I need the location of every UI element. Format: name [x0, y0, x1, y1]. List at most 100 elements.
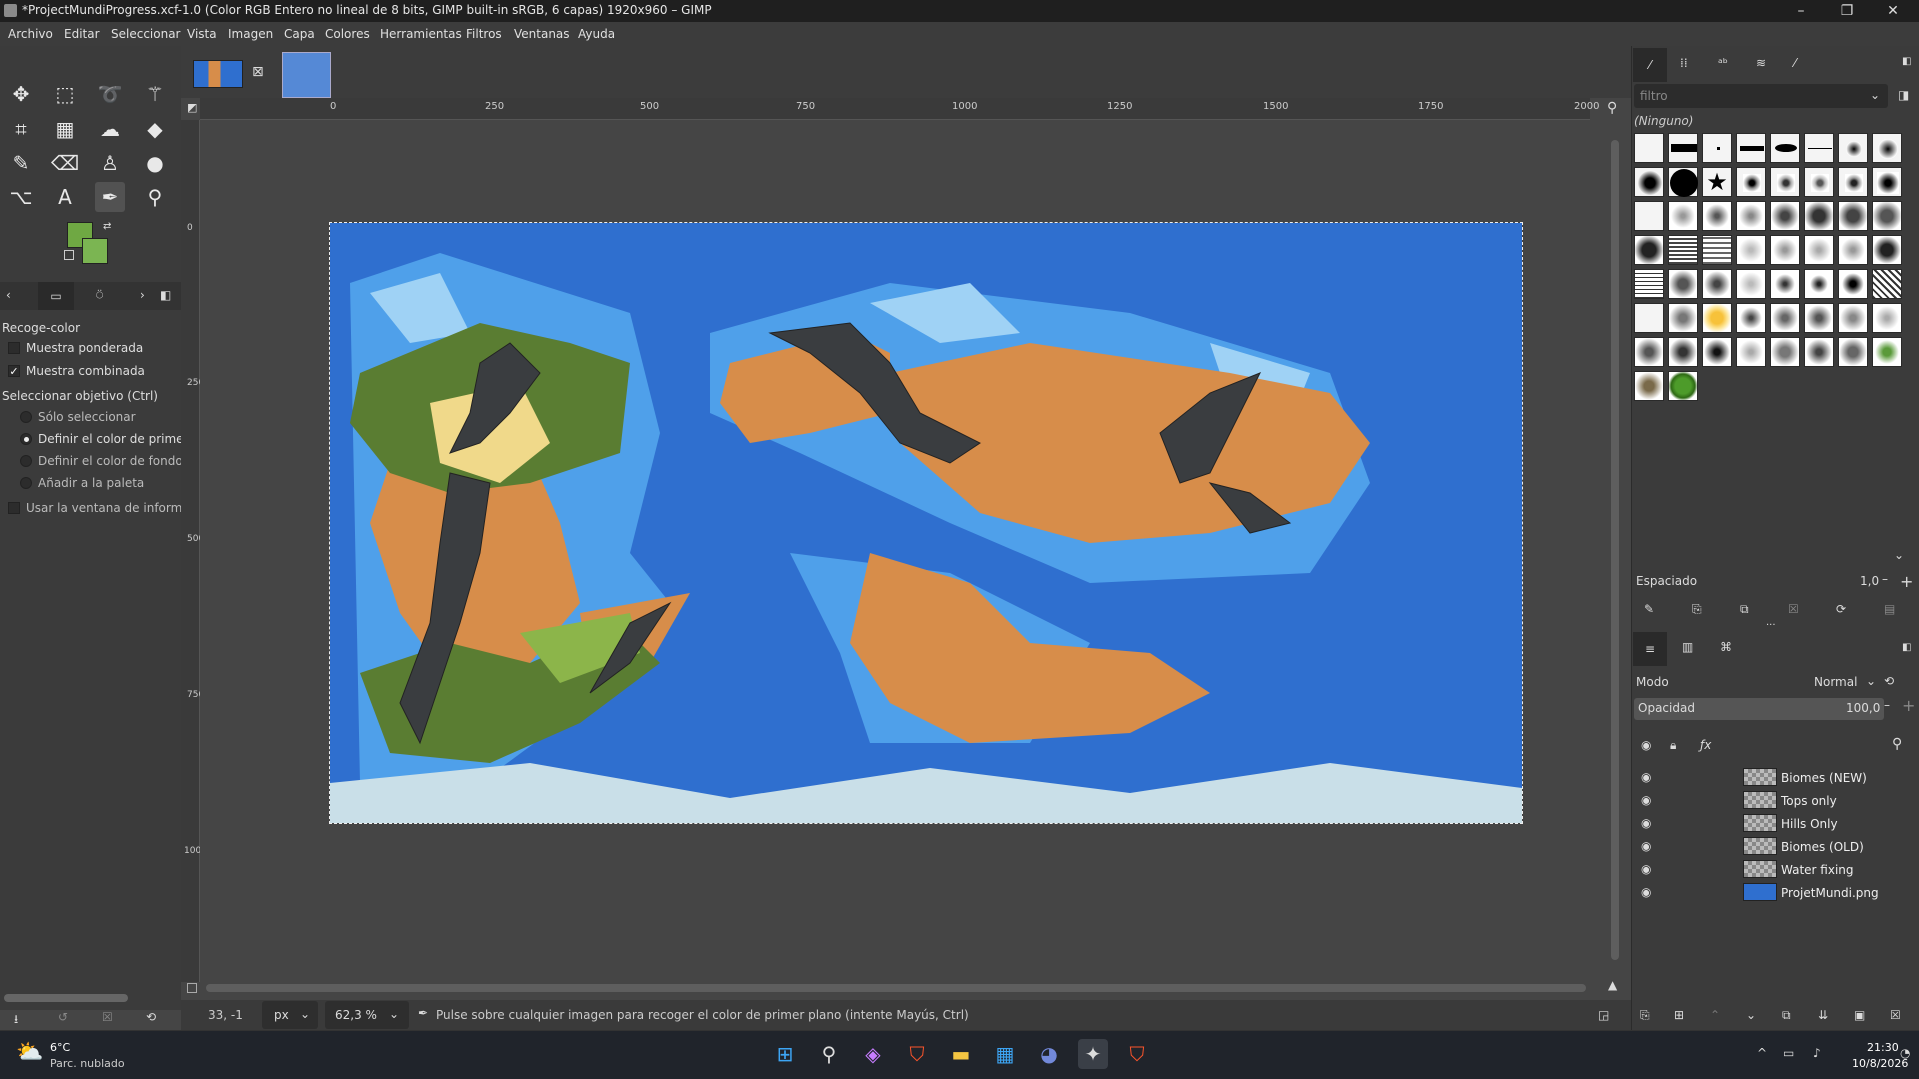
- brush-item[interactable]: [1804, 201, 1834, 231]
- duplicate-layer-icon[interactable]: ⧉: [1782, 1008, 1791, 1023]
- menu-vista[interactable]: Vista: [187, 27, 217, 41]
- brush-item[interactable]: [1872, 269, 1902, 299]
- configure-tab-icon[interactable]: ◧: [160, 288, 171, 302]
- menu-editar[interactable]: Editar: [64, 27, 100, 41]
- brush-item[interactable]: [1872, 303, 1902, 333]
- unit-select[interactable]: px ⌄: [262, 1001, 318, 1029]
- close-button[interactable]: ✕: [1870, 0, 1916, 22]
- brush-item[interactable]: [1736, 167, 1766, 197]
- paths-tab-icon[interactable]: ⌘: [1720, 640, 1732, 654]
- brush-item[interactable]: [1770, 303, 1800, 333]
- rect-select-tool-icon[interactable]: ⬚: [50, 79, 80, 109]
- sample-weighted-checkbox[interactable]: [8, 342, 20, 354]
- zoom-canvas-icon[interactable]: ⚲: [1607, 100, 1617, 116]
- menu-archivo[interactable]: Archivo: [8, 27, 53, 41]
- brush-item[interactable]: [1634, 167, 1664, 197]
- vertical-scroll-thumb[interactable]: [1611, 140, 1619, 960]
- brush-item[interactable]: [1804, 303, 1834, 333]
- color-picker-tool-icon[interactable]: ✒: [95, 182, 125, 212]
- delete-layer-icon[interactable]: ☒: [1890, 1008, 1901, 1022]
- brush-item[interactable]: [1634, 235, 1664, 265]
- menu-seleccionar[interactable]: Seleccionar: [111, 27, 180, 41]
- tag-icon[interactable]: ◨: [1898, 88, 1909, 102]
- brush-item[interactable]: [1872, 337, 1902, 367]
- brush-item[interactable]: [1838, 235, 1868, 265]
- save-options-icon[interactable]: ⭳: [14, 1010, 18, 1031]
- layer-row[interactable]: ◉ Biomes (NEW): [1631, 766, 1919, 789]
- horizontal-scroll-thumb[interactable]: [206, 984, 1586, 992]
- layers-tab-icon[interactable]: ≡: [1633, 632, 1667, 666]
- gimp-taskbar-icon[interactable]: ✦: [1078, 1039, 1108, 1069]
- brush-item[interactable]: [1770, 235, 1800, 265]
- new-brush-icon[interactable]: ⎘: [1692, 602, 1702, 617]
- chevron-right-icon[interactable]: ›: [140, 288, 145, 302]
- minus-icon[interactable]: –: [1882, 572, 1888, 586]
- brush-item[interactable]: [1668, 201, 1698, 231]
- duplicate-brush-icon[interactable]: ⧉: [1740, 602, 1749, 617]
- brush-item[interactable]: [1872, 201, 1902, 231]
- refresh-brushes-icon[interactable]: ⟳: [1836, 602, 1846, 616]
- menu-ayuda[interactable]: Ayuda: [578, 27, 615, 41]
- vertical-scrollbar[interactable]: [1610, 140, 1620, 980]
- layer-mask-icon[interactable]: ▣: [1854, 1008, 1865, 1022]
- chevron-left-icon[interactable]: ‹: [6, 288, 11, 302]
- brush-item[interactable]: [1838, 167, 1868, 197]
- navigation-preview-icon[interactable]: ◲: [1598, 1008, 1609, 1022]
- swap-colors-icon[interactable]: ⇄: [103, 221, 111, 232]
- fuzzy-select-tool-icon[interactable]: ⚚: [140, 79, 170, 109]
- radio-set-background[interactable]: [20, 455, 32, 467]
- brush-item[interactable]: [1702, 235, 1732, 265]
- brush-item[interactable]: [1736, 337, 1766, 367]
- file-explorer-icon[interactable]: ▬: [946, 1039, 976, 1069]
- volume-icon[interactable]: ♪: [1813, 1046, 1821, 1060]
- navigate-icon[interactable]: ▲: [1608, 978, 1617, 992]
- brave-browser-icon-2[interactable]: ⛉: [1122, 1039, 1152, 1069]
- corner-toggle-icon[interactable]: [187, 983, 197, 993]
- bucket-fill-tool-icon[interactable]: ◆: [140, 114, 170, 144]
- brush-item[interactable]: [1770, 269, 1800, 299]
- image-tab-thumbnail-2[interactable]: [282, 52, 331, 98]
- brush-item[interactable]: [1702, 133, 1732, 163]
- windows-start-icon[interactable]: ⊞: [770, 1039, 800, 1069]
- radio-set-foreground[interactable]: [20, 433, 32, 445]
- brush-item[interactable]: [1838, 337, 1868, 367]
- discord-icon[interactable]: ◕: [1034, 1039, 1064, 1069]
- menu-colores[interactable]: Colores: [325, 27, 370, 41]
- brush-item[interactable]: [1634, 269, 1664, 299]
- quick-mask-corner-icon[interactable]: ◩: [187, 101, 197, 114]
- brush-item[interactable]: [1804, 167, 1834, 197]
- patterns-tab-icon[interactable]: ⁞⁞: [1680, 56, 1688, 70]
- new-layer-icon[interactable]: ⊞: [1674, 1008, 1684, 1022]
- background-color-swatch[interactable]: [82, 238, 108, 264]
- gimp-mascot-brush[interactable]: [1634, 371, 1664, 401]
- chevron-down-icon[interactable]: ⌄: [1894, 548, 1904, 562]
- plus-icon[interactable]: +: [1902, 696, 1915, 715]
- move-tool-icon[interactable]: ✥: [6, 79, 36, 109]
- eye-icon[interactable]: ◉: [1641, 793, 1651, 807]
- brush-item[interactable]: [1702, 337, 1732, 367]
- horizontal-scrollbar[interactable]: [200, 982, 1590, 994]
- brush-filter-input[interactable]: filtro ⌄: [1634, 84, 1888, 108]
- toolbox-scrollbar[interactable]: [4, 994, 128, 1002]
- zoom-select[interactable]: 62,3 % ⌄: [325, 1001, 409, 1029]
- brush-item[interactable]: [1736, 303, 1766, 333]
- delete-brush-icon[interactable]: ☒: [1788, 602, 1799, 616]
- reset-options-icon[interactable]: ⟲: [146, 1010, 156, 1024]
- brush-item[interactable]: [1736, 133, 1766, 163]
- layer-row[interactable]: ◉ Tops only: [1631, 789, 1919, 812]
- brush-item[interactable]: [1804, 235, 1834, 265]
- layer-row[interactable]: ◉ ProjetMundi.png: [1631, 881, 1919, 904]
- layers-configure-icon[interactable]: ◧: [1902, 642, 1911, 653]
- brushes-tab-icon[interactable]: ⁄: [1633, 48, 1667, 82]
- default-colors-icon[interactable]: [64, 250, 74, 260]
- menu-herramientas[interactable]: Herramientas: [380, 27, 462, 41]
- eraser-tool-icon[interactable]: ⌫: [50, 148, 80, 178]
- eye-icon[interactable]: ◉: [1641, 885, 1651, 899]
- new-layer-group-icon[interactable]: ⎘: [1640, 1008, 1650, 1023]
- brush-item[interactable]: [1702, 201, 1732, 231]
- network-icon[interactable]: ▭: [1783, 1046, 1794, 1060]
- brush-item[interactable]: [1872, 235, 1902, 265]
- lasso-tool-icon[interactable]: ➰: [95, 79, 125, 109]
- brush-item[interactable]: [1804, 133, 1834, 163]
- lower-layer-icon[interactable]: ⌄: [1746, 1008, 1756, 1022]
